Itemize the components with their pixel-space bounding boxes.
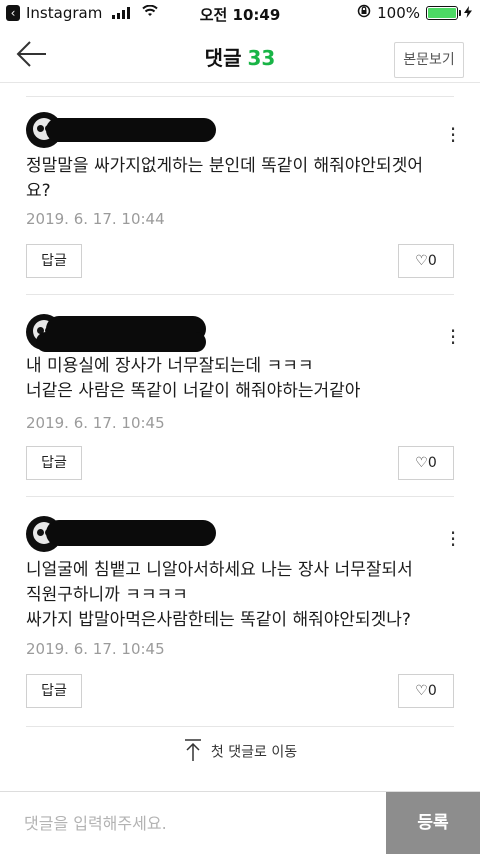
comment-timestamp: 2019. 6. 17. 10:45 (26, 414, 165, 432)
more-options-icon[interactable]: · · · (448, 321, 458, 353)
goto-first-label: 첫 댓글로 이동 (210, 744, 298, 761)
redacted-username (46, 118, 216, 142)
status-right: 100% (357, 4, 472, 22)
reply-button[interactable]: 답글 (26, 446, 82, 480)
like-button[interactable]: ♡0 (398, 446, 454, 480)
redacted-username (36, 332, 206, 352)
comment-text: 내 미용실에 장사가 너무잘되는데 ㅋㅋㅋ 너같은 사람은 똑같이 너같이 해줘… (26, 354, 434, 404)
comment-line: 싸가지 밥말아먹은사람한테는 똑같이 해줘야안되겟나? (26, 610, 411, 630)
comment-separator (26, 496, 454, 497)
heart-icon: ♡ (415, 683, 428, 699)
comment-text: 니얼굴에 침뱉고 니알아서하세요 나는 장사 너무잘되서 직원구하니까 ㅋㅋㅋㅋ… (26, 558, 434, 633)
status-bar: ‹ Instagram 오전 10:49 100% (0, 0, 480, 28)
more-options-icon[interactable]: · · · (448, 119, 458, 151)
view-article-button[interactable]: 본문보기 (394, 42, 464, 78)
comment-input[interactable] (0, 792, 386, 854)
orientation-lock-icon (357, 4, 371, 22)
title-label: 댓글 (204, 46, 242, 70)
like-button[interactable]: ♡0 (398, 674, 454, 708)
comment-separator (26, 294, 454, 295)
comment-item: · · · 정말말을 싸가지없게하는 분인데 똑같이 해줘야안되겟어 요? 2019… (26, 112, 456, 282)
heart-icon: ♡ (415, 455, 428, 471)
charging-icon (464, 4, 472, 22)
like-count: 0 (427, 683, 437, 699)
heart-icon: ♡ (415, 253, 428, 269)
comment-timestamp: 2019. 6. 17. 10:44 (26, 210, 165, 228)
more-options-icon[interactable]: · · · (448, 523, 458, 555)
comment-line: 직원구하니까 ㅋㅋㅋㅋ (26, 585, 188, 605)
comment-count: 33 (247, 46, 276, 70)
like-count: 0 (427, 253, 437, 269)
like-count: 0 (427, 455, 437, 471)
comment-text: 정말말을 싸가지없게하는 분인데 똑같이 해줘야안되겟어 요? (26, 154, 434, 204)
reply-button[interactable]: 답글 (26, 674, 82, 708)
divider (26, 96, 454, 97)
comment-line: 니얼굴에 침뱉고 니알아서하세요 나는 장사 너무잘되서 (26, 560, 413, 580)
comment-line: 정말말을 싸가지없게하는 분인데 똑같이 해줘야안되겟어 (26, 156, 423, 176)
comment-item: · · · 니얼굴에 침뱉고 니알아서하세요 나는 장사 너무잘되서 직원구하니까 … (26, 516, 456, 716)
comment-line: 내 미용실에 장사가 너무잘되는데 ㅋㅋㅋ (26, 356, 314, 376)
comment-separator (26, 726, 454, 727)
battery-percent: 100% (377, 4, 420, 22)
arrow-up-icon (183, 738, 203, 767)
comment-item: · · · 내 미용실에 장사가 너무잘되는데 ㅋㅋㅋ 너같은 사람은 똑같이 너같… (26, 314, 456, 484)
battery-icon (426, 6, 461, 20)
submit-button[interactable]: 등록 (386, 792, 480, 854)
redacted-username (46, 520, 216, 546)
goto-first-comment-link[interactable]: 첫 댓글로 이동 (0, 738, 480, 767)
reply-button[interactable]: 답글 (26, 244, 82, 278)
like-button[interactable]: ♡0 (398, 244, 454, 278)
comment-timestamp: 2019. 6. 17. 10:45 (26, 640, 165, 658)
comment-input-bar: 등록 (0, 791, 480, 854)
comment-line: 너같은 사람은 똑같이 너같이 해줘야하는거같아 (26, 381, 361, 401)
comments-header: 댓글 33 본문보기 (0, 28, 480, 83)
comment-line: 요? (26, 181, 51, 201)
